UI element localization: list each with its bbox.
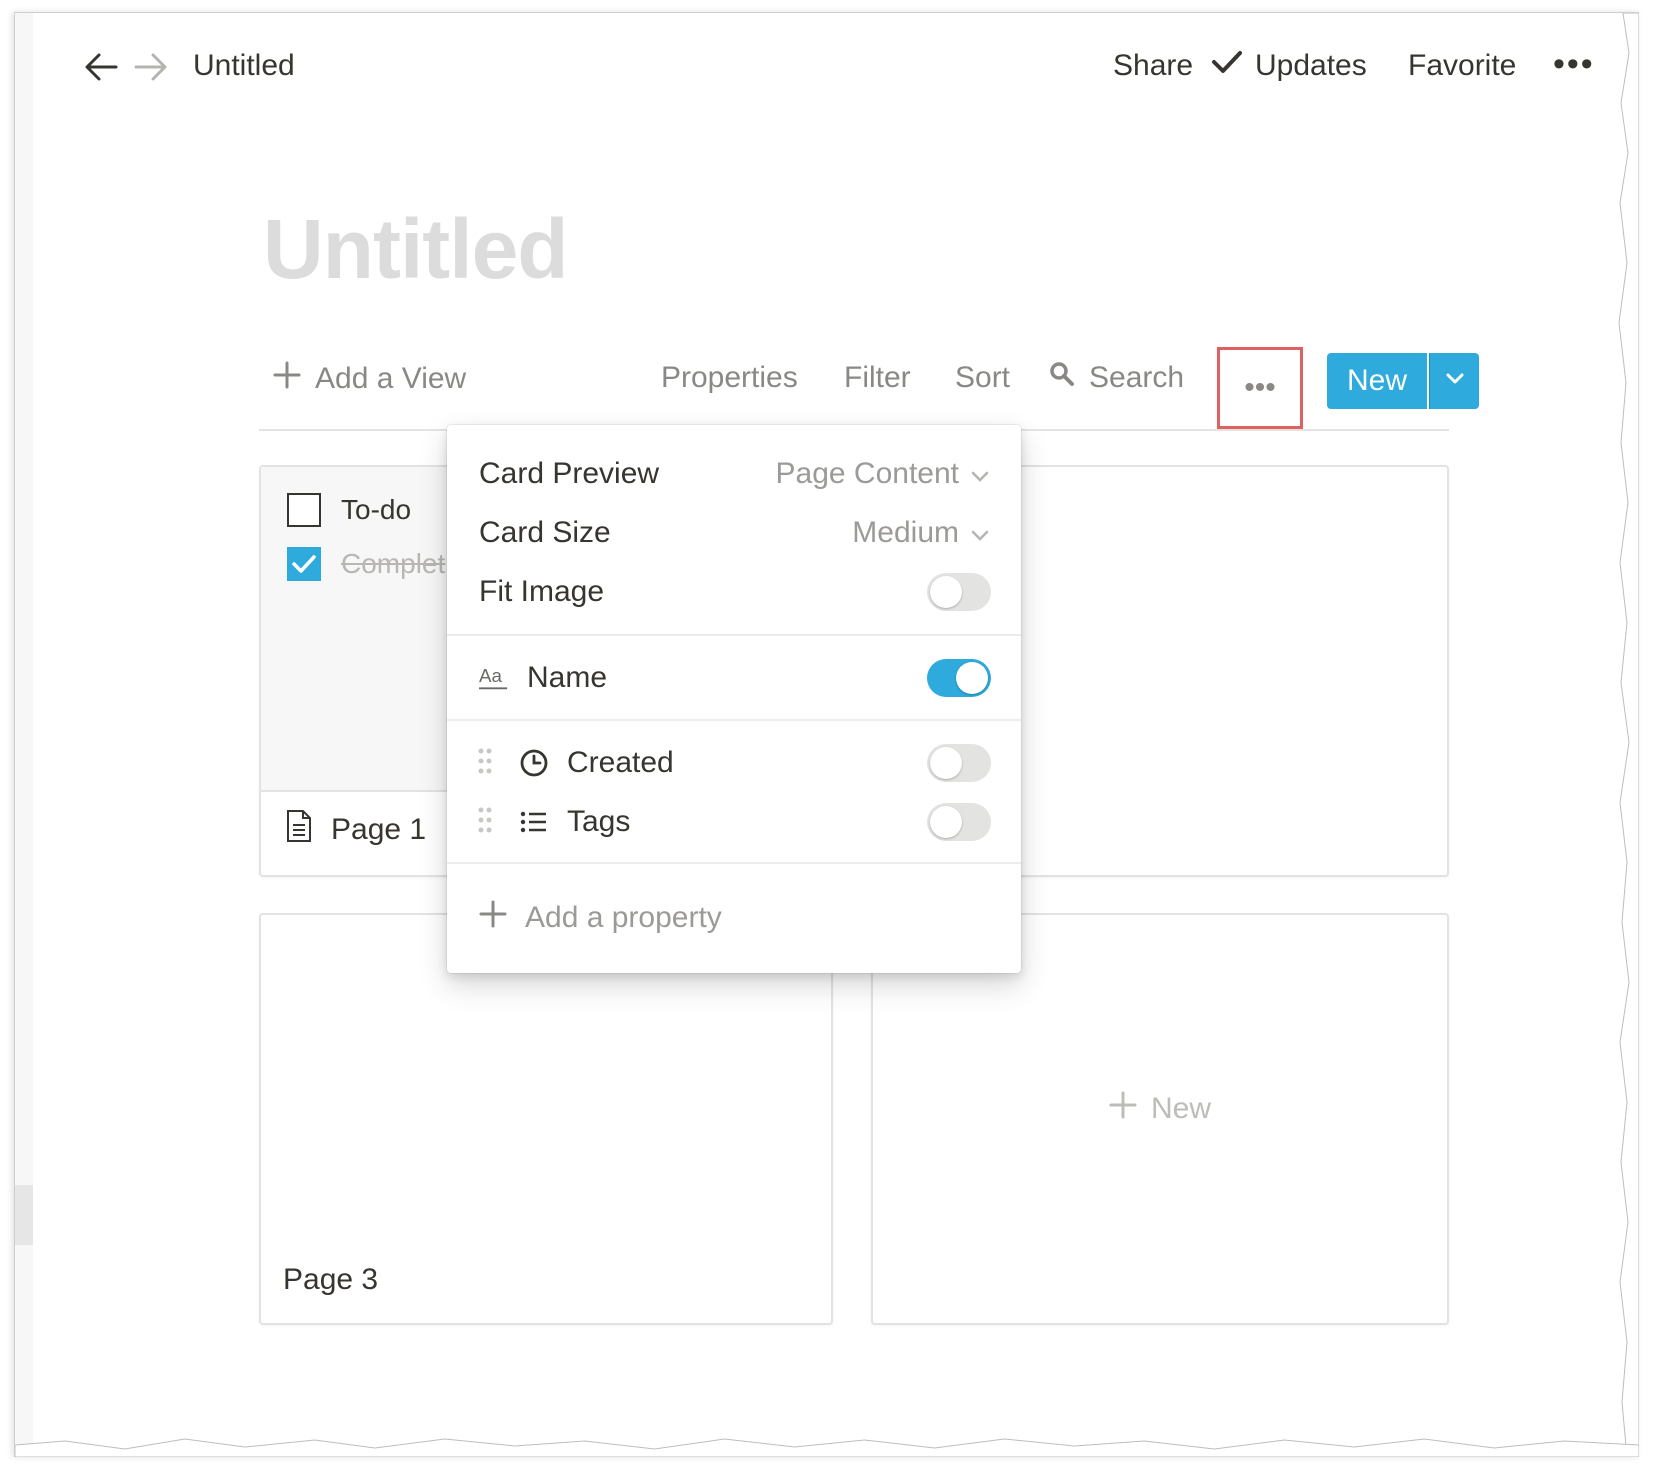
card-size-select[interactable]: Medium (852, 516, 989, 550)
property-label: Aa Name (479, 661, 607, 695)
breadcrumb[interactable]: Untitled (193, 49, 295, 83)
torn-edge-bottom (15, 1438, 1639, 1457)
chevron-down-icon (1445, 372, 1465, 391)
todo-item: Complet (287, 547, 445, 581)
card-size-value: Medium (852, 516, 959, 549)
updates-button[interactable]: Updates (1211, 49, 1367, 83)
checkbox-checked[interactable] (287, 547, 321, 581)
drag-handle-icon[interactable] (477, 806, 493, 839)
menu-divider (447, 634, 1021, 636)
checkbox-unchecked[interactable] (287, 493, 321, 527)
sort-button[interactable]: Sort (955, 361, 1010, 395)
plus-icon (1109, 1091, 1137, 1127)
card-title: Page 1 (285, 809, 426, 851)
menu-divider (447, 862, 1021, 864)
card-preview-label: Card Preview (479, 457, 660, 490)
app-window: Untitled Share Updates Favorite ••• Unti… (14, 12, 1639, 1457)
gallery-card[interactable]: Page 3 (259, 913, 833, 1325)
card-size-row: Card Size Medium (447, 504, 1021, 562)
view-options-menu: Card Preview Page Content Card Size Medi… (447, 425, 1021, 973)
add-view-label: Add a View (315, 362, 467, 395)
add-view-button[interactable]: Add a View (273, 361, 466, 397)
new-button[interactable]: New (1327, 353, 1427, 409)
fit-image-row: Fit Image (447, 563, 1021, 621)
fit-image-toggle[interactable] (927, 573, 991, 611)
toggle-knob (930, 747, 962, 779)
todo-item: To-do (287, 493, 411, 527)
name-visibility-toggle[interactable] (927, 659, 991, 697)
svg-text:Aa: Aa (479, 665, 503, 686)
property-name: Tags (567, 805, 631, 838)
plus-icon (273, 361, 301, 397)
forward-arrow-icon[interactable] (131, 47, 171, 87)
topbar: Untitled Share Updates Favorite ••• (33, 13, 1615, 113)
property-name: Created (567, 746, 674, 779)
card-title-text: Page 1 (331, 813, 427, 846)
more-options-icon[interactable]: ••• (1553, 45, 1595, 84)
card-preview-row: Card Preview Page Content (447, 445, 1021, 503)
fit-image-label: Fit Image (479, 575, 605, 608)
checkmark-icon (1211, 49, 1243, 83)
search-button[interactable]: Search (1049, 361, 1184, 395)
share-button[interactable]: Share (1113, 49, 1193, 83)
back-arrow-icon[interactable] (81, 47, 121, 87)
add-property-row: Add a property (447, 889, 1021, 947)
new-dropdown-button[interactable] (1429, 353, 1479, 409)
page-icon (285, 809, 313, 851)
property-row-created: Created (447, 734, 1021, 792)
tags-visibility-toggle[interactable] (927, 803, 991, 841)
card-title-text: Page 3 (283, 1263, 379, 1296)
property-row-tags: Tags (447, 793, 1021, 851)
favorite-button[interactable]: Favorite (1408, 49, 1516, 83)
page-title[interactable]: Untitled (263, 201, 569, 298)
drag-handle-icon[interactable] (477, 747, 493, 780)
search-label: Search (1089, 361, 1185, 394)
add-property-button[interactable]: Add a property (479, 900, 722, 936)
todo-label: Complet (341, 548, 446, 579)
toggle-knob (930, 576, 962, 608)
list-icon (519, 807, 549, 837)
property-label: Tags (519, 805, 630, 839)
sidebar-scroll-handle[interactable] (15, 1185, 33, 1245)
view-toolbar: Add a View Properties Filter Sort Search… (259, 339, 1479, 431)
property-label: Created (519, 746, 674, 780)
filter-button[interactable]: Filter (844, 361, 911, 395)
add-new-label: New (1150, 1092, 1211, 1125)
search-icon (1049, 361, 1075, 395)
add-new-button[interactable]: New (873, 1091, 1447, 1127)
todo-label: To-do (341, 494, 412, 525)
menu-divider (447, 719, 1021, 721)
card-size-label: Card Size (479, 516, 611, 549)
torn-edge-right (1618, 13, 1639, 1457)
clock-icon (519, 748, 549, 778)
toggle-knob (930, 806, 962, 838)
chevron-down-icon (971, 516, 989, 550)
updates-label: Updates (1255, 49, 1367, 82)
view-options-button[interactable]: ••• (1217, 347, 1303, 429)
properties-button[interactable]: Properties (661, 361, 798, 395)
card-title: Page 3 (283, 1263, 378, 1297)
toggle-knob (956, 662, 988, 694)
text-aa-icon: Aa (479, 663, 509, 693)
card-preview-value: Page Content (775, 457, 959, 490)
card-preview-select[interactable]: Page Content (776, 457, 989, 491)
created-visibility-toggle[interactable] (927, 744, 991, 782)
property-name: Name (527, 661, 608, 694)
chevron-down-icon (971, 457, 989, 491)
property-row-name: Aa Name (447, 649, 1021, 707)
add-property-label: Add a property (525, 901, 722, 934)
add-new-card[interactable]: New (871, 913, 1449, 1325)
plus-icon (479, 900, 507, 936)
